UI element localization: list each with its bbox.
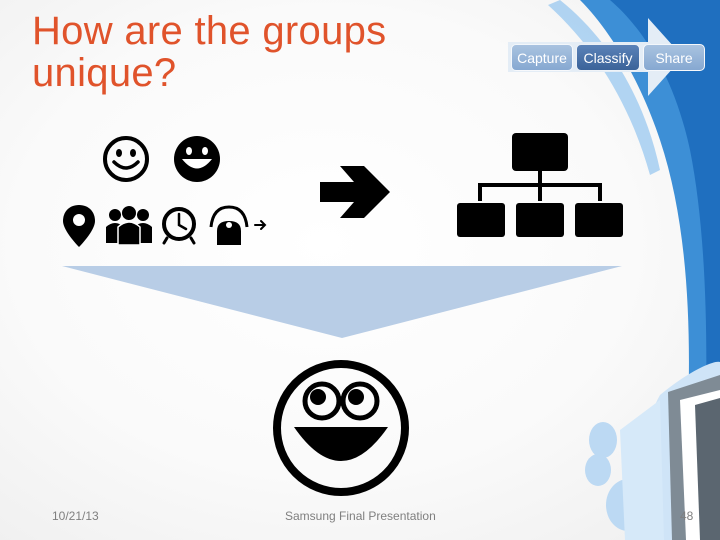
step-share-button[interactable]: Share — [643, 44, 705, 71]
slide: How are the groups unique? Capture Class… — [0, 0, 720, 540]
footer-page-number: 48 — [680, 509, 694, 523]
proximity-sensor-icon — [209, 205, 267, 245]
slide-title: How are the groups unique? — [32, 10, 472, 94]
step-classify-button[interactable]: Classify — [576, 44, 640, 71]
footer-title: Samsung Final Presentation — [285, 509, 436, 523]
smiley-outline-icon — [103, 136, 149, 182]
location-pin-icon — [63, 205, 95, 247]
phone-hand-graphic — [585, 361, 720, 540]
smiley-filled-icon — [174, 136, 220, 182]
org-chart-icon — [457, 133, 623, 237]
step-capture-button[interactable]: Capture — [511, 44, 573, 71]
clock-icon — [162, 207, 196, 245]
funnel-shape — [62, 266, 622, 338]
title-line-2: unique? — [32, 51, 177, 95]
people-group-icon — [106, 206, 152, 245]
process-steps: Capture Classify Share — [511, 44, 705, 71]
right-arrow-icon — [320, 166, 390, 218]
footer-date: 10/21/13 — [52, 509, 99, 523]
big-laughing-smiley-icon — [273, 360, 409, 496]
title-line-1: How are the groups — [32, 9, 387, 53]
